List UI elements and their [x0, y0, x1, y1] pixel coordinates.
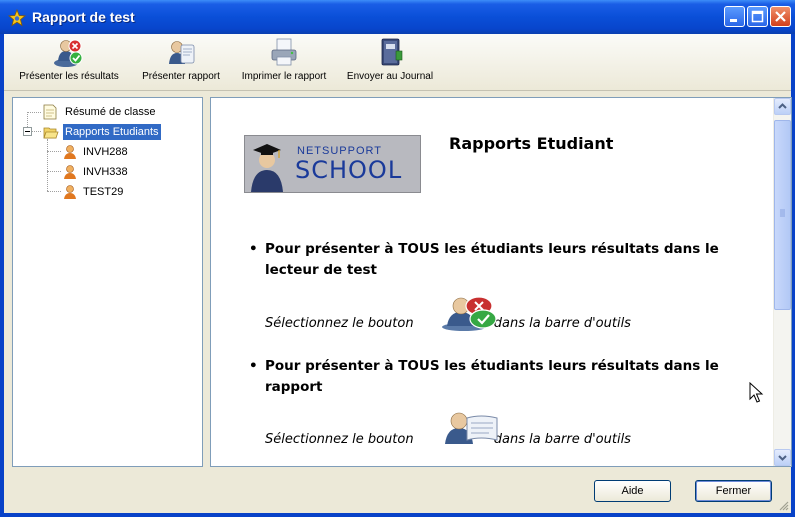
present-report-inline-icon	[445, 412, 498, 444]
document-icon	[43, 104, 57, 120]
mouse-cursor-icon	[749, 382, 764, 403]
report-content-pane[interactable]: NETSUPPORT SCHOOL Rapports Etudiant • Po…	[210, 97, 792, 467]
student-icon	[64, 185, 76, 199]
tree-connector	[27, 112, 41, 113]
tree-connector	[47, 139, 48, 191]
star-app-icon	[8, 9, 26, 27]
client-area: Présenter les résultats Présenter rappor…	[4, 34, 792, 513]
graduate-logo-icon	[251, 144, 283, 192]
netsupport-school-logo: NETSUPPORT SCHOOL	[244, 135, 421, 193]
grip-lines-icon	[780, 209, 785, 217]
minimize-button[interactable]	[724, 6, 745, 27]
present-report-icon	[169, 41, 195, 64]
open-folder-icon	[43, 127, 59, 139]
report-tree[interactable]: Résumé de classe Rapports Etudiants INVH…	[12, 97, 203, 467]
close-window-button[interactable]	[770, 6, 791, 27]
bullet-dot: •	[249, 358, 258, 374]
maximize-icon	[751, 10, 764, 23]
select-prefix: Sélectionnez le bouton	[265, 432, 414, 447]
printer-icon	[271, 38, 297, 66]
tree-label: Rapports Etudiants	[63, 124, 161, 140]
tree-label: Résumé de classe	[65, 106, 156, 118]
select-suffix: dans la barre d'outils	[493, 316, 631, 331]
tree-connector	[32, 131, 41, 132]
chevron-down-icon	[778, 455, 787, 461]
bullet-dot: •	[249, 241, 258, 257]
collapse-toggle[interactable]	[23, 127, 32, 136]
present-results-inline-icon	[442, 296, 497, 331]
dialog-window: Rapport de test Présenter les résultats …	[0, 0, 795, 517]
bullet-text: Pour présenter à TOUS les étudiants leur…	[265, 358, 719, 395]
help-button[interactable]: Aide	[594, 480, 671, 502]
tree-label: INVH338	[83, 166, 128, 178]
present-results-label: Présenter les résultats	[19, 71, 119, 82]
present-report-button[interactable]: Présenter rapport	[136, 37, 226, 87]
journal-icon	[381, 38, 403, 66]
tree-connector	[47, 171, 61, 172]
scroll-thumb[interactable]	[774, 120, 791, 310]
present-report-label: Présenter rapport	[142, 71, 220, 82]
close-icon	[775, 11, 786, 22]
tree-connector	[47, 191, 61, 192]
maximize-button[interactable]	[747, 6, 768, 27]
vertical-scrollbar[interactable]	[773, 98, 791, 466]
tree-label: TEST29	[83, 186, 124, 198]
minimize-icon	[730, 19, 737, 22]
print-report-label: Imprimer le rapport	[241, 71, 327, 82]
tree-label: INVH288	[83, 146, 128, 158]
chevron-up-icon	[778, 103, 787, 109]
logo-line-2: SCHOOL	[295, 156, 403, 184]
present-results-button[interactable]: Présenter les résultats	[10, 37, 128, 87]
present-results-icon	[54, 39, 83, 67]
select-suffix: dans la barre d'outils	[493, 432, 631, 447]
close-button[interactable]: Fermer	[695, 480, 772, 502]
scroll-up-button[interactable]	[774, 98, 791, 115]
bullet-text: Pour présenter à TOUS les étudiants leur…	[265, 241, 719, 278]
resize-grip-icon[interactable]	[777, 499, 789, 511]
print-report-button[interactable]: Imprimer le rapport	[234, 37, 334, 87]
title-bar[interactable]: Rapport de test	[0, 0, 795, 34]
scroll-down-button[interactable]	[774, 449, 791, 466]
select-prefix: Sélectionnez le bouton	[265, 316, 414, 331]
tree-connector	[47, 151, 61, 152]
window-title: Rapport de test	[32, 9, 135, 25]
student-icon	[64, 165, 76, 179]
send-to-journal-button[interactable]: Envoyer au Journal	[340, 37, 440, 87]
send-to-journal-label: Envoyer au Journal	[346, 71, 434, 82]
toolbar: Présenter les résultats Présenter rappor…	[4, 34, 791, 91]
student-icon	[64, 145, 76, 159]
content-heading: Rapports Etudiant	[449, 134, 614, 153]
